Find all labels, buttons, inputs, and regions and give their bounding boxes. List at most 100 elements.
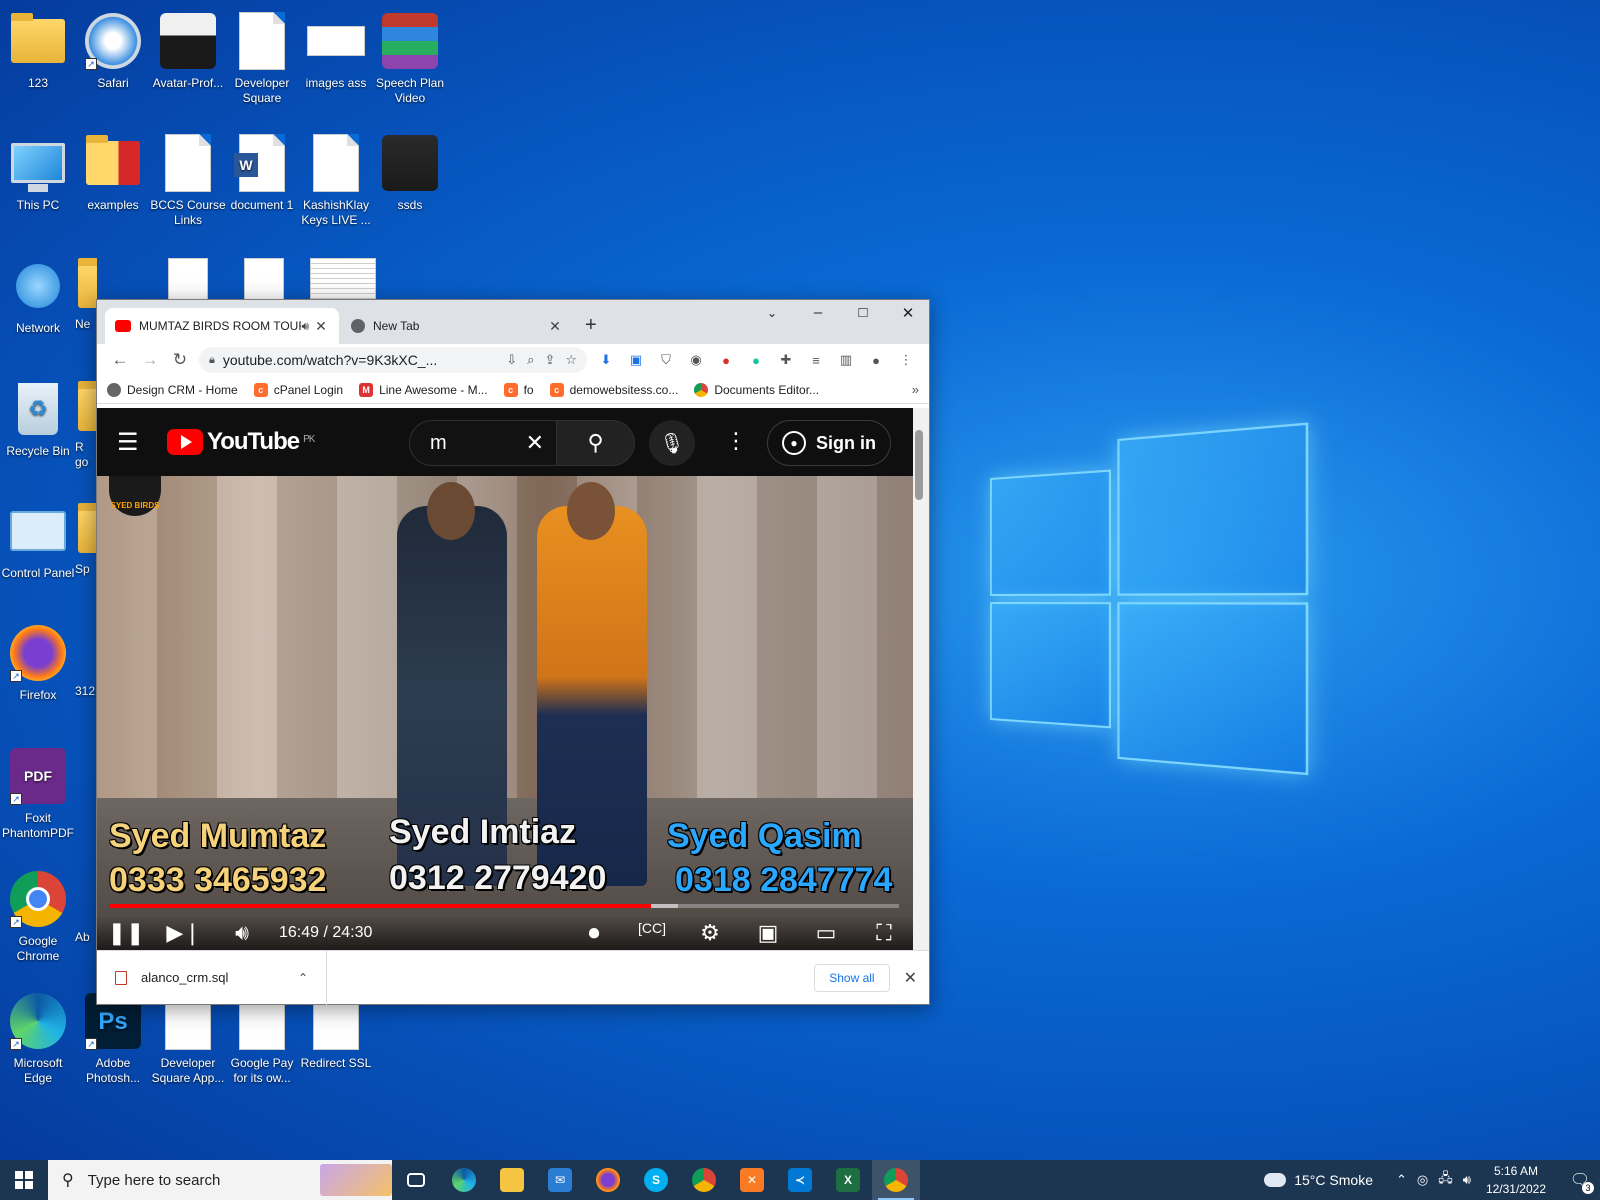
clear-search-icon[interactable]: ✕	[526, 430, 544, 456]
desktop-icon-recycle-bin[interactable]: ♻ Recycle Bin	[0, 378, 76, 459]
hamburger-menu-icon[interactable]: ☰	[117, 428, 167, 457]
theater-mode-icon[interactable]: ▭	[797, 920, 855, 946]
show-all-button[interactable]: Show all	[814, 963, 890, 992]
notification-center-button[interactable]: 🗨︎ 3	[1560, 1160, 1600, 1200]
desktop-icon-ne[interactable]: Ne	[75, 255, 97, 332]
bookmark-star-icon[interactable]: ☆	[565, 352, 577, 368]
youtube-search-input[interactable]: m ✕	[409, 420, 557, 466]
bookmark-demowebsitess[interactable]: c demowebsitess.co...	[549, 382, 678, 397]
desktop-icon-examples[interactable]: examples	[75, 132, 151, 213]
media-control-icon[interactable]: ≡	[801, 353, 831, 368]
desktop-icon-bccs[interactable]: BCCS Course Links	[150, 132, 226, 228]
desktop-icon-312[interactable]: 312	[75, 622, 97, 699]
taskbar-xampp[interactable]: ✕	[728, 1160, 776, 1200]
pause-icon[interactable]: ❚❚	[97, 920, 155, 946]
meet-now-icon[interactable]: ◎	[1417, 1172, 1428, 1188]
close-downloads-icon[interactable]: ✕	[904, 968, 917, 988]
desktop-icon-kashishklay[interactable]: KashishKlay Keys LIVE ...	[298, 132, 374, 228]
address-bar[interactable]: 🔒︎ youtube.com/watch?v=9K3kXC_... ⇩ ⌕ ⇪ …	[199, 347, 587, 373]
desktop-icon-r[interactable]: R go	[75, 378, 97, 470]
zoom-icon[interactable]: ⌕	[527, 352, 534, 368]
video-player[interactable]: SYED BIRDS Syed Mumtaz 0333 3465932 Syed…	[97, 476, 913, 950]
adblock-extension-icon[interactable]: ●	[711, 353, 741, 368]
desktop-icon-avatar[interactable]: Avatar-Prof...	[150, 10, 226, 91]
desktop-icon-123[interactable]: 123	[0, 10, 76, 91]
network-icon[interactable]: 🖧︎	[1438, 1169, 1453, 1191]
menu-dots-icon[interactable]: ⋮	[891, 352, 921, 368]
desktop-icon-ab[interactable]: Ab	[75, 868, 97, 945]
desktop-icon-safari[interactable]: ↗ Safari	[75, 10, 151, 91]
desktop-icon-developer-square[interactable]: Developer Square	[224, 10, 300, 106]
share-icon[interactable]: ⇪	[544, 352, 555, 368]
install-icon[interactable]: ⇩	[506, 352, 517, 368]
new-tab-button[interactable]: +	[585, 314, 597, 337]
desktop-icon-ssds[interactable]: ssds	[372, 132, 448, 213]
volume-icon[interactable]: 🔊︎	[1463, 1172, 1471, 1188]
extensions-puzzle-icon[interactable]: ✚	[771, 352, 801, 368]
download-extension-icon[interactable]: ⬇	[591, 352, 621, 368]
taskbar-chrome-active[interactable]	[872, 1160, 920, 1200]
taskbar-edge[interactable]	[440, 1160, 488, 1200]
taskbar-excel[interactable]: X	[824, 1160, 872, 1200]
more-bookmarks-chevron-icon[interactable]: »	[912, 382, 919, 397]
miniplayer-icon[interactable]: ▣	[739, 920, 797, 946]
close-tab-icon[interactable]: ✕	[313, 318, 329, 335]
taskbar-mail[interactable]: ✉	[536, 1160, 584, 1200]
speaker-icon[interactable]: 🔊︎	[301, 319, 309, 334]
desktop-icon-chrome[interactable]: ↗ Google Chrome	[0, 868, 76, 964]
taskbar-chrome[interactable]	[680, 1160, 728, 1200]
bookmark-design-crm[interactable]: Design CRM - Home	[107, 382, 238, 397]
desktop-icon-control-panel[interactable]: Control Panel	[0, 500, 76, 581]
desktop-icon-document-1[interactable]: W document 1	[224, 132, 300, 213]
tab-search-icon[interactable]: ⌄	[757, 306, 787, 320]
desktop-icon-images-ass[interactable]: images ass	[298, 10, 374, 91]
reload-button[interactable]: ↻	[165, 350, 195, 370]
youtube-logo[interactable]: YouTube PK	[167, 428, 315, 456]
desktop-icon-firefox[interactable]: ↗ Firefox	[0, 622, 76, 703]
desktop-icon-network[interactable]: Network	[0, 255, 76, 336]
close-tab-icon[interactable]: ✕	[547, 318, 563, 335]
maximize-button[interactable]: □	[848, 304, 878, 321]
desktop-icon-sp[interactable]: Sp	[75, 500, 97, 577]
taskbar-vscode[interactable]: ≺	[776, 1160, 824, 1200]
back-button[interactable]: ←	[105, 350, 135, 370]
captions-icon[interactable]: [CC]	[623, 920, 681, 946]
camera-extension-icon[interactable]: ◉	[681, 352, 711, 368]
close-window-button[interactable]: ✕	[893, 304, 923, 322]
autoplay-toggle-icon[interactable]: ⏺	[565, 920, 623, 946]
clock[interactable]: 5:16 AM 12/31/2022	[1486, 1162, 1546, 1198]
download-item[interactable]: alanco_crm.sql ⌃	[97, 950, 327, 1005]
side-panel-icon[interactable]: ▥	[831, 352, 861, 368]
video-progress-bar[interactable]	[109, 904, 899, 908]
taskbar-file-explorer[interactable]	[488, 1160, 536, 1200]
bookmark-fo[interactable]: c fo	[503, 382, 534, 397]
voice-search-button[interactable]: 🎙︎	[649, 420, 695, 466]
desktop-icon-this-pc[interactable]: This PC	[0, 132, 76, 213]
shield-extension-icon[interactable]: ⛉	[651, 352, 681, 368]
bookmark-documents-editor[interactable]: Documents Editor...	[694, 382, 819, 397]
desktop-icon-speech-plan[interactable]: Speech Plan Video	[372, 10, 448, 106]
fi-extension-icon[interactable]: ▣	[621, 352, 651, 368]
volume-icon[interactable]: 🔊︎	[213, 920, 271, 946]
desktop-icon-edge[interactable]: ↗ Microsoft Edge	[0, 990, 76, 1086]
taskbar-firefox[interactable]	[584, 1160, 632, 1200]
taskbar-skype[interactable]: S	[632, 1160, 680, 1200]
profile-avatar-icon[interactable]: ●	[861, 353, 891, 368]
task-view-button[interactable]	[392, 1160, 440, 1200]
page-scrollbar[interactable]	[913, 408, 929, 950]
fullscreen-icon[interactable]: ⛶	[855, 920, 913, 946]
tab-youtube[interactable]: MUMTAZ BIRDS ROOM TOUR 🔊︎ ✕	[105, 308, 339, 344]
grammarly-extension-icon[interactable]: ●	[741, 353, 771, 368]
settings-dots-icon[interactable]: ⋮	[725, 428, 747, 454]
bookmark-line-awesome[interactable]: M Line Awesome - M...	[359, 382, 488, 397]
chevron-up-icon[interactable]: ⌃	[1396, 1172, 1407, 1188]
chevron-up-icon[interactable]: ⌃	[298, 971, 308, 985]
tab-new-tab[interactable]: New Tab ✕	[341, 308, 573, 344]
desktop-icon-foxit[interactable]: PDF ↗ Foxit PhantomPDF	[0, 745, 76, 841]
sign-in-button[interactable]: ● Sign in	[767, 420, 891, 466]
start-button[interactable]	[0, 1160, 48, 1200]
search-button[interactable]: ⚲	[557, 420, 635, 466]
weather-widget[interactable]: 15°C Smoke	[1260, 1167, 1373, 1188]
forward-button[interactable]: →	[135, 350, 165, 370]
settings-gear-icon[interactable]: ⚙	[681, 920, 739, 946]
